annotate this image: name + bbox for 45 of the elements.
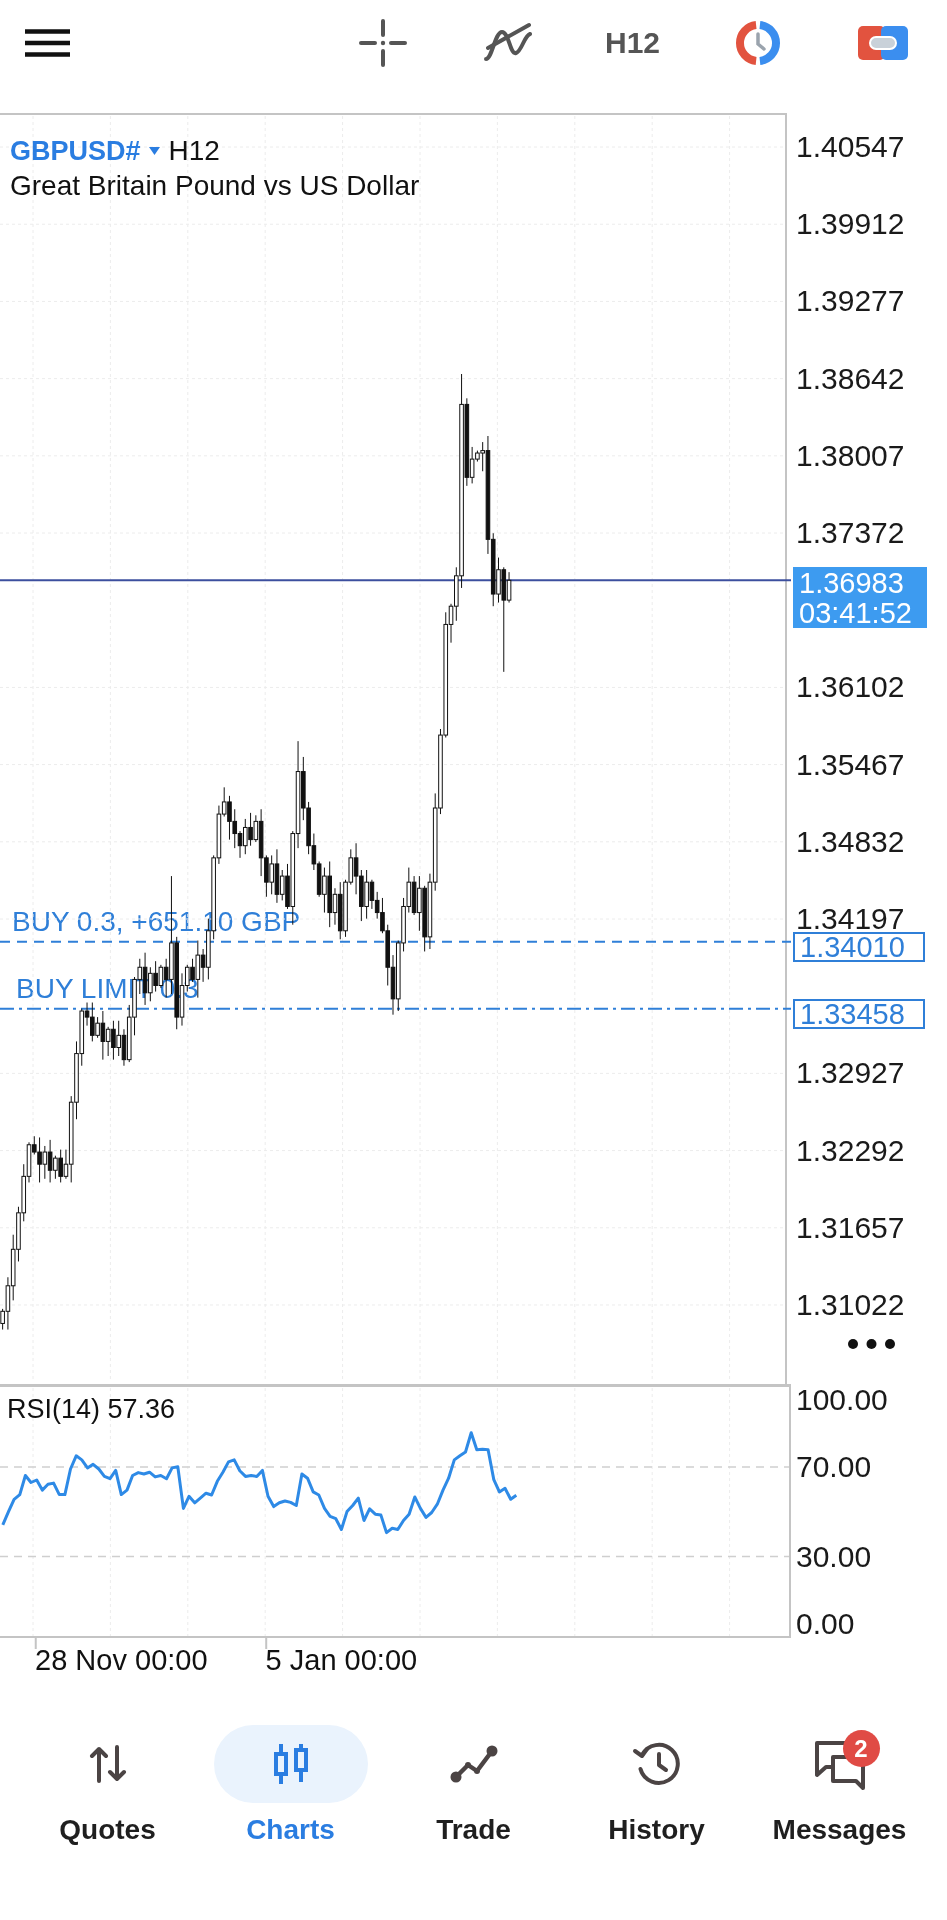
price-axis-label: 1.38642 (796, 363, 905, 394)
menu-icon[interactable] (25, 29, 70, 57)
price-value: 1.36983 (799, 567, 905, 598)
crosshair-icon[interactable] (358, 19, 407, 67)
timeframe-label: H12 (168, 134, 220, 168)
price-axis-label: 1.35467 (796, 749, 905, 780)
price-axis-label: 1.38007 (796, 440, 905, 471)
time-axis-label: 5 Jan 00:00 (265, 1643, 418, 1678)
rsi-axis-label: 70.00 (796, 1452, 872, 1482)
nav-tab[interactable]: Trade (382, 1725, 565, 1847)
nav-tab[interactable]: Charts (199, 1725, 382, 1847)
price-axis-label: 1.31022 (796, 1289, 905, 1320)
symbol-label[interactable]: GBPUSD# (10, 134, 141, 168)
price-axis-label: 1.32292 (796, 1135, 905, 1166)
price-axis-label: 1.37372 (796, 518, 905, 548)
square-pair-icon[interactable] (857, 26, 908, 60)
price-axis-label: 1.40547 (796, 132, 905, 163)
price-axis-label: 1.36102 (796, 672, 905, 703)
nav-tab[interactable]: Quotes (16, 1725, 199, 1847)
nav-tab[interactable]: History (565, 1725, 748, 1847)
clock-icon[interactable] (733, 20, 782, 66)
price-axis-label: 1.31657 (796, 1212, 905, 1243)
price-axis-label: 1.39912 (796, 209, 905, 240)
rsi-axis-label: 100.00 (796, 1384, 888, 1415)
time-axis-label: 28 Nov 00:00 (35, 1643, 208, 1678)
rsi-axis-label: 0.00 (796, 1608, 855, 1639)
unread-badge: 2 (842, 1730, 880, 1767)
clock-arrow-icon (631, 1740, 682, 1788)
caret-icon[interactable] (148, 147, 160, 155)
up-down-arrows-icon (87, 1745, 128, 1783)
price-axis-label: 1.34197 (796, 904, 905, 934)
wave-curve-icon[interactable] (482, 22, 533, 64)
nav-tab[interactable]: 2 Messages (748, 1725, 931, 1847)
symbol-description: Great Britain Pound vs US Dollar (10, 169, 420, 203)
countdown-timer: 03:41:52 (799, 597, 913, 628)
timeframe-button[interactable]: H12 (604, 25, 660, 61)
more-icon[interactable] (848, 1339, 895, 1349)
rsi-axis-label: 30.00 (796, 1541, 872, 1572)
order-price-tag: 1.34010 (793, 931, 925, 962)
price-axis-label: 1.34832 (796, 826, 905, 857)
line-chart-icon (449, 1744, 498, 1784)
price-axis-label: 1.32927 (796, 1058, 905, 1089)
indicator-label: RSI(14) 57.36 (7, 1393, 176, 1426)
order-price-tag: 1.33458 (793, 998, 925, 1029)
price-axis-label: 1.39277 (796, 286, 905, 317)
